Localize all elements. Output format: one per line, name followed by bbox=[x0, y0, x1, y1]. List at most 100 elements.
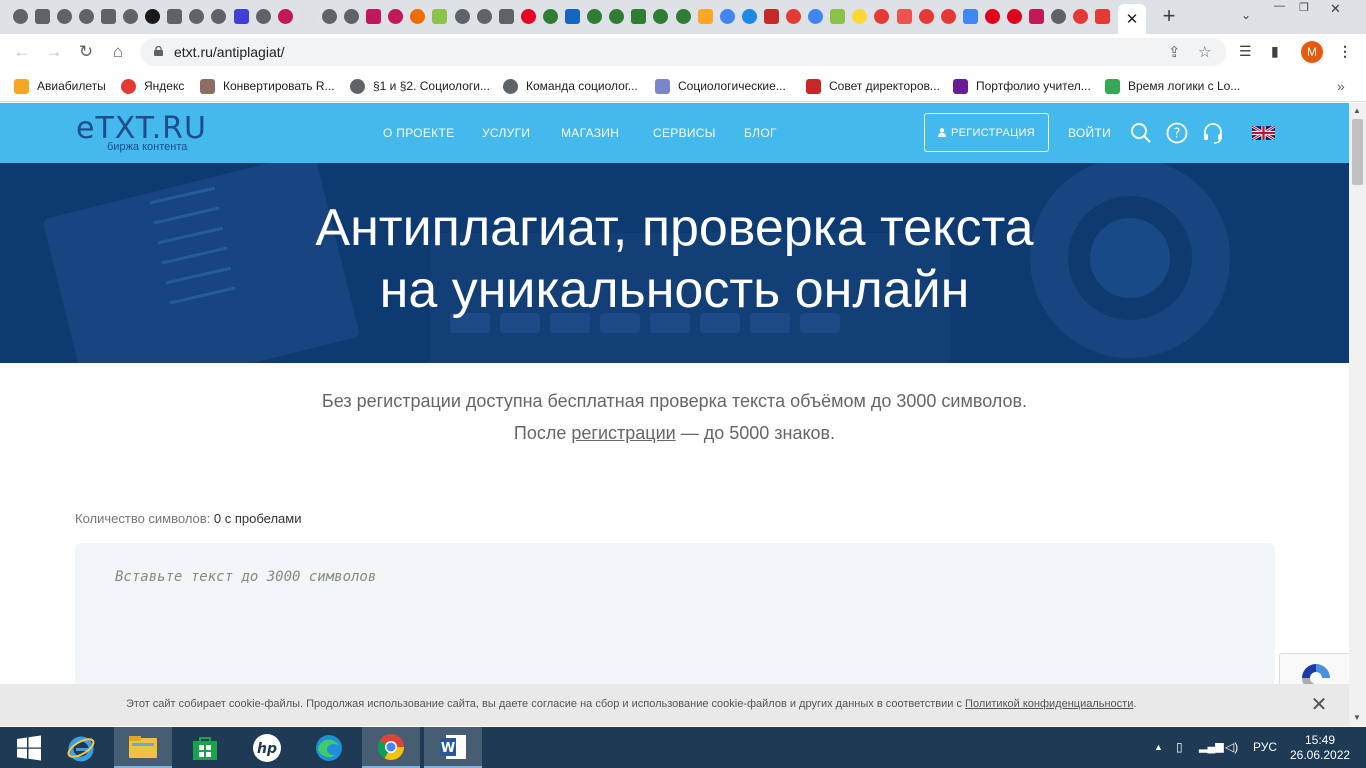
pinned-tab[interactable] bbox=[785, 6, 803, 26]
address-bar[interactable]: etxt.ru/antiplagiat/ ⇪ ☆ bbox=[140, 38, 1226, 66]
pinned-tab[interactable] bbox=[188, 6, 206, 26]
minimize-button[interactable]: — bbox=[1274, 0, 1290, 18]
pinned-tab[interactable] bbox=[630, 6, 648, 26]
profile-avatar[interactable]: M bbox=[1301, 41, 1323, 63]
pinned-tab[interactable] bbox=[77, 6, 95, 26]
pinned-tab[interactable] bbox=[210, 6, 228, 26]
forward-icon[interactable]: → bbox=[43, 42, 65, 62]
pinned-tab[interactable] bbox=[762, 6, 780, 26]
pinned-tab[interactable] bbox=[541, 6, 559, 26]
scroll-up-icon[interactable]: ▲ bbox=[1353, 106, 1361, 115]
pinned-tab[interactable] bbox=[320, 6, 338, 26]
pinned-tab[interactable] bbox=[409, 6, 427, 26]
microsoft-store-icon[interactable] bbox=[176, 727, 234, 768]
pinned-tab[interactable] bbox=[365, 6, 383, 26]
close-tab-icon[interactable]: ✕ bbox=[1126, 12, 1139, 27]
nav-blog[interactable]: БЛОГ bbox=[744, 126, 777, 140]
login-link[interactable]: ВОЙТИ bbox=[1068, 126, 1111, 140]
pinned-tab[interactable] bbox=[1094, 6, 1112, 26]
pinned-tab[interactable] bbox=[276, 6, 294, 26]
pinned-tab[interactable] bbox=[387, 6, 405, 26]
pinned-tab[interactable] bbox=[55, 6, 73, 26]
share-icon[interactable]: ⇪ bbox=[1168, 43, 1181, 61]
edge-icon[interactable] bbox=[300, 727, 358, 768]
windows-start-icon[interactable] bbox=[0, 727, 58, 768]
new-tab-button[interactable]: + bbox=[1158, 4, 1180, 28]
more-bookmarks-icon[interactable]: » bbox=[1337, 76, 1345, 96]
nav-services[interactable]: УСЛУГИ bbox=[482, 126, 530, 140]
bookmark-item[interactable]: Совет директоров... bbox=[806, 76, 940, 96]
scroll-down-icon[interactable]: ▼ bbox=[1353, 713, 1361, 722]
nav-shop[interactable]: МАГАЗИН bbox=[561, 126, 619, 140]
pinned-tab[interactable] bbox=[564, 6, 582, 26]
pinned-tab[interactable] bbox=[1050, 6, 1068, 26]
word-icon[interactable]: W bbox=[424, 727, 482, 768]
hp-icon[interactable]: hp bbox=[238, 727, 296, 768]
reload-icon[interactable]: ↻ bbox=[75, 42, 97, 62]
tab-search-button[interactable]: ⌄ bbox=[1236, 8, 1256, 26]
home-icon[interactable]: ⌂ bbox=[107, 42, 129, 62]
bookmark-item[interactable]: §1 и §2. Социологи... bbox=[350, 76, 490, 96]
pinned-tab[interactable] bbox=[343, 6, 361, 26]
pinned-tab[interactable] bbox=[122, 6, 140, 26]
register-button[interactable]: РЕГИСТРАЦИЯ bbox=[924, 113, 1049, 152]
pinned-tab[interactable] bbox=[497, 6, 515, 26]
uk-flag-icon[interactable] bbox=[1252, 126, 1275, 140]
pinned-tab[interactable] bbox=[851, 6, 869, 26]
close-window-button[interactable]: ✕ bbox=[1330, 1, 1346, 19]
pinned-tab[interactable] bbox=[1006, 6, 1024, 26]
scrollbar-thumb[interactable] bbox=[1352, 119, 1363, 185]
bookmark-item[interactable]: Авиабилеты bbox=[14, 76, 106, 96]
bookmark-item[interactable]: Социологические... bbox=[655, 76, 786, 96]
pinned-tab[interactable] bbox=[453, 6, 471, 26]
pinned-tab[interactable] bbox=[586, 6, 604, 26]
pinned-tab[interactable] bbox=[1072, 6, 1090, 26]
pinned-tab[interactable] bbox=[298, 6, 316, 26]
tray-overflow-icon[interactable]: ▲ bbox=[1154, 742, 1163, 752]
register-link[interactable]: регистрации bbox=[571, 423, 675, 443]
pinned-tab[interactable] bbox=[99, 6, 117, 26]
pinned-tab[interactable] bbox=[983, 6, 1001, 26]
reading-list-icon[interactable]: ☰ bbox=[1239, 43, 1252, 60]
network-icon[interactable]: ▂▄▆ bbox=[1199, 740, 1224, 753]
bookmark-item[interactable]: Время логики с Lo... bbox=[1105, 76, 1240, 96]
bookmark-item[interactable]: Яндекс bbox=[121, 76, 184, 96]
pinned-tab[interactable] bbox=[829, 6, 847, 26]
tablet-mode-icon[interactable]: ▯ bbox=[1176, 740, 1183, 754]
bookmark-item[interactable]: Команда социолог... bbox=[503, 76, 638, 96]
pinned-tab[interactable] bbox=[807, 6, 825, 26]
bookmark-item[interactable]: Конвертировать R... bbox=[200, 76, 335, 96]
pinned-tab[interactable] bbox=[873, 6, 891, 26]
bookmark-star-icon[interactable]: ☆ bbox=[1198, 43, 1211, 61]
privacy-policy-link[interactable]: Политикой конфиденциальности bbox=[965, 698, 1133, 710]
volume-icon[interactable]: ◁) bbox=[1225, 740, 1238, 754]
pinned-tab[interactable] bbox=[33, 6, 51, 26]
pinned-tab[interactable] bbox=[895, 6, 913, 26]
pinned-tab[interactable] bbox=[475, 6, 493, 26]
restore-button[interactable]: ❐ bbox=[1299, 1, 1315, 19]
clock[interactable]: 15:49 26.06.2022 bbox=[1290, 733, 1350, 763]
support-headset-icon[interactable] bbox=[1202, 122, 1224, 144]
back-icon[interactable]: ← bbox=[11, 42, 33, 62]
pinned-tab[interactable] bbox=[431, 6, 449, 26]
cookie-close-icon[interactable]: ✕ bbox=[1309, 695, 1329, 715]
pinned-tab[interactable] bbox=[144, 6, 162, 26]
help-icon[interactable]: ? bbox=[1166, 122, 1188, 144]
pinned-tab[interactable] bbox=[961, 6, 979, 26]
page-scrollbar[interactable]: ▲ ▼ bbox=[1349, 103, 1366, 726]
menu-icon[interactable]: ⋮ bbox=[1338, 43, 1352, 60]
pinned-tab[interactable] bbox=[608, 6, 626, 26]
pinned-tab[interactable] bbox=[674, 6, 692, 26]
side-panel-icon[interactable]: ▮ bbox=[1271, 43, 1279, 60]
bookmark-item[interactable]: Портфолио учител... bbox=[953, 76, 1091, 96]
file-explorer-icon[interactable] bbox=[114, 727, 172, 768]
pinned-tab[interactable] bbox=[740, 6, 758, 26]
pinned-tab[interactable] bbox=[718, 6, 736, 26]
pinned-tab[interactable] bbox=[166, 6, 184, 26]
pinned-tab[interactable] bbox=[696, 6, 714, 26]
pinned-tab[interactable] bbox=[232, 6, 250, 26]
search-icon[interactable] bbox=[1130, 122, 1152, 144]
pinned-tab[interactable] bbox=[917, 6, 935, 26]
pinned-tab[interactable] bbox=[254, 6, 272, 26]
nav-about[interactable]: О ПРОЕКТЕ bbox=[383, 126, 454, 140]
